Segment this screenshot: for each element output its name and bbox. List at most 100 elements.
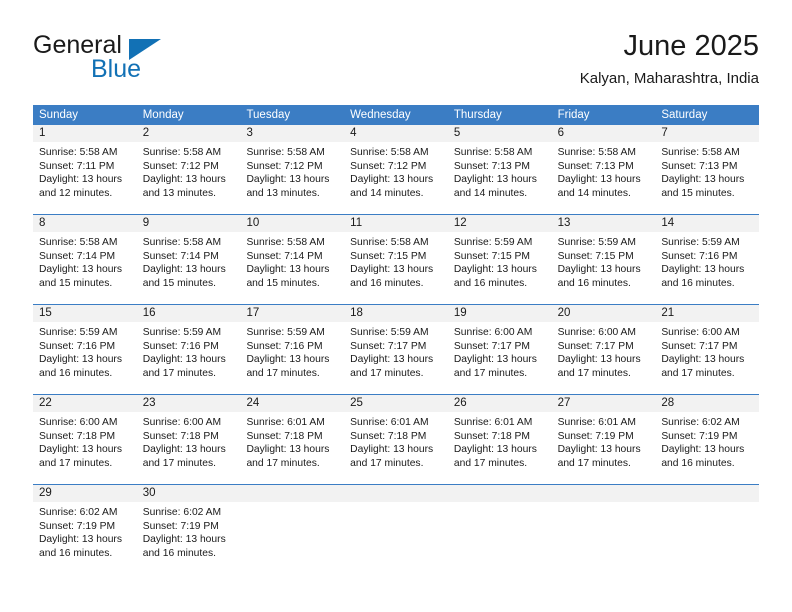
day-number: 2 <box>136 125 241 142</box>
daylight-text-line1: Daylight: 13 hours <box>246 444 330 456</box>
day-cell[interactable]: 11 Sunrise: 5:58 AM Sunset: 7:15 PM Dayl… <box>344 215 448 304</box>
sunset-text: Sunset: 7:18 PM <box>350 430 427 442</box>
sunrise-text: Sunrise: 5:59 AM <box>39 327 118 338</box>
day-details: Sunrise: 6:01 AM Sunset: 7:18 PM Dayligh… <box>448 412 552 470</box>
sunset-text: Sunset: 7:15 PM <box>557 250 634 262</box>
day-cell[interactable]: 23 Sunrise: 6:00 AM Sunset: 7:18 PM Dayl… <box>136 395 241 484</box>
daylight-text-line2: and 16 minutes. <box>453 277 528 289</box>
day-cell[interactable]: 28 Sunrise: 6:02 AM Sunset: 7:19 PM Dayl… <box>655 395 760 484</box>
day-cell[interactable]: 24 Sunrise: 6:01 AM Sunset: 7:18 PM Dayl… <box>240 395 345 484</box>
sunrise-text: Sunrise: 5:59 AM <box>350 327 429 338</box>
day-details <box>344 502 448 506</box>
day-number: 6 <box>551 125 656 142</box>
day-cell[interactable]: 15 Sunrise: 5:59 AM Sunset: 7:16 PM Dayl… <box>33 305 137 394</box>
day-cell[interactable]: 30 Sunrise: 6:02 AM Sunset: 7:19 PM Dayl… <box>136 485 241 574</box>
day-details: Sunrise: 5:58 AM Sunset: 7:13 PM Dayligh… <box>552 142 656 200</box>
weekday-header-saturday: Saturday <box>661 109 708 121</box>
sunrise-text: Sunrise: 5:58 AM <box>142 237 222 248</box>
day-cell[interactable]: 26 Sunrise: 6:01 AM Sunset: 7:18 PM Dayl… <box>447 395 552 484</box>
day-cell[interactable]: 22 Sunrise: 6:00 AM Sunset: 7:18 PM Dayl… <box>33 395 137 484</box>
sunrise-text: Sunrise: 6:01 AM <box>350 417 429 428</box>
daylight-text-line1: Daylight: 13 hours <box>661 174 745 186</box>
day-number <box>551 485 656 502</box>
day-number: 16 <box>136 305 241 322</box>
generalblue-logo[interactable]: General Blue <box>33 32 233 88</box>
day-details: Sunrise: 5:58 AM Sunset: 7:14 PM Dayligh… <box>137 232 241 290</box>
daylight-text-line1: Daylight: 13 hours <box>246 264 330 276</box>
daylight-text-line2: and 17 minutes. <box>142 457 216 469</box>
sunrise-text: Sunrise: 5:58 AM <box>39 237 118 248</box>
day-number <box>240 485 345 502</box>
day-number: 13 <box>551 215 656 232</box>
daylight-text-line2: and 16 minutes. <box>142 547 216 559</box>
day-details: Sunrise: 6:01 AM Sunset: 7:19 PM Dayligh… <box>552 412 656 470</box>
sunrise-text: Sunrise: 5:59 AM <box>453 237 533 248</box>
day-cell[interactable]: 18 Sunrise: 5:59 AM Sunset: 7:17 PM Dayl… <box>344 305 448 394</box>
day-cell[interactable]: 6 Sunrise: 5:58 AM Sunset: 7:13 PM Dayli… <box>551 125 656 214</box>
sunset-text: Sunset: 7:12 PM <box>350 160 427 172</box>
day-cell-empty <box>344 485 448 574</box>
title-block: June 2025 Kalyan, Maharashtra, India <box>580 28 759 90</box>
day-cell[interactable]: 5 Sunrise: 5:58 AM Sunset: 7:13 PM Dayli… <box>447 125 552 214</box>
sunset-text: Sunset: 7:18 PM <box>453 430 531 442</box>
daylight-text-line2: and 17 minutes. <box>557 367 631 379</box>
sunset-text: Sunset: 7:15 PM <box>350 250 427 262</box>
day-number: 5 <box>447 125 552 142</box>
day-cell[interactable]: 7 Sunrise: 5:58 AM Sunset: 7:13 PM Dayli… <box>655 125 760 214</box>
day-details: Sunrise: 5:58 AM Sunset: 7:15 PM Dayligh… <box>344 232 448 290</box>
day-cell-empty <box>240 485 345 574</box>
week-row: 1 Sunrise: 5:58 AM Sunset: 7:11 PM Dayli… <box>33 124 760 214</box>
day-cell[interactable]: 12 Sunrise: 5:59 AM Sunset: 7:15 PM Dayl… <box>447 215 552 304</box>
day-cell[interactable]: 17 Sunrise: 5:59 AM Sunset: 7:16 PM Dayl… <box>240 305 345 394</box>
day-cell[interactable]: 10 Sunrise: 5:58 AM Sunset: 7:14 PM Dayl… <box>240 215 345 304</box>
sunset-text: Sunset: 7:16 PM <box>246 340 323 352</box>
day-cell[interactable]: 19 Sunrise: 6:00 AM Sunset: 7:17 PM Dayl… <box>447 305 552 394</box>
daylight-text-line1: Daylight: 13 hours <box>661 354 745 366</box>
day-details: Sunrise: 5:59 AM Sunset: 7:15 PM Dayligh… <box>552 232 656 290</box>
day-cell[interactable]: 3 Sunrise: 5:58 AM Sunset: 7:12 PM Dayli… <box>240 125 345 214</box>
day-details <box>655 502 759 506</box>
day-details <box>240 502 344 506</box>
weekday-header-tuesday: Tuesday <box>246 109 291 121</box>
sunrise-text: Sunrise: 5:58 AM <box>246 237 325 248</box>
daylight-text-line1: Daylight: 13 hours <box>453 354 537 366</box>
daylight-text-line2: and 14 minutes. <box>557 187 631 199</box>
daylight-text-line2: and 16 minutes. <box>39 547 113 559</box>
day-cell[interactable]: 25 Sunrise: 6:01 AM Sunset: 7:18 PM Dayl… <box>344 395 448 484</box>
weekday-header-wednesday: Wednesday <box>350 109 411 121</box>
sunset-text: Sunset: 7:17 PM <box>661 340 738 352</box>
daylight-text-line2: and 17 minutes. <box>350 457 424 469</box>
day-cell[interactable]: 13 Sunrise: 5:59 AM Sunset: 7:15 PM Dayl… <box>551 215 656 304</box>
day-number: 22 <box>33 395 137 412</box>
day-details: Sunrise: 5:58 AM Sunset: 7:11 PM Dayligh… <box>33 142 137 200</box>
sunrise-text: Sunrise: 6:00 AM <box>661 327 740 338</box>
day-cell[interactable]: 21 Sunrise: 6:00 AM Sunset: 7:17 PM Dayl… <box>655 305 760 394</box>
daylight-text-line1: Daylight: 13 hours <box>142 444 226 456</box>
sunrise-text: Sunrise: 5:58 AM <box>39 147 118 158</box>
sunset-text: Sunset: 7:13 PM <box>453 160 531 172</box>
day-number: 29 <box>33 485 137 502</box>
daylight-text-line1: Daylight: 13 hours <box>661 444 745 456</box>
day-number: 20 <box>551 305 656 322</box>
day-cell[interactable]: 20 Sunrise: 6:00 AM Sunset: 7:17 PM Dayl… <box>551 305 656 394</box>
day-cell[interactable]: 27 Sunrise: 6:01 AM Sunset: 7:19 PM Dayl… <box>551 395 656 484</box>
sunrise-text: Sunrise: 6:00 AM <box>39 417 118 428</box>
day-cell[interactable]: 4 Sunrise: 5:58 AM Sunset: 7:12 PM Dayli… <box>344 125 448 214</box>
day-cell[interactable]: 14 Sunrise: 5:59 AM Sunset: 7:16 PM Dayl… <box>655 215 760 304</box>
day-details <box>448 502 552 506</box>
sunset-text: Sunset: 7:15 PM <box>453 250 531 262</box>
week-row: 29 Sunrise: 6:02 AM Sunset: 7:19 PM Dayl… <box>33 484 760 574</box>
day-cell[interactable]: 9 Sunrise: 5:58 AM Sunset: 7:14 PM Dayli… <box>136 215 241 304</box>
daylight-text-line2: and 17 minutes. <box>557 457 631 469</box>
day-cell[interactable]: 2 Sunrise: 5:58 AM Sunset: 7:12 PM Dayli… <box>136 125 241 214</box>
day-cell[interactable]: 16 Sunrise: 5:59 AM Sunset: 7:16 PM Dayl… <box>136 305 241 394</box>
daylight-text-line1: Daylight: 13 hours <box>453 264 537 276</box>
daylight-text-line1: Daylight: 13 hours <box>142 534 226 546</box>
day-number: 24 <box>240 395 345 412</box>
day-cell[interactable]: 1 Sunrise: 5:58 AM Sunset: 7:11 PM Dayli… <box>33 125 137 214</box>
day-cell[interactable]: 29 Sunrise: 6:02 AM Sunset: 7:19 PM Dayl… <box>33 485 137 574</box>
day-cell-empty <box>551 485 656 574</box>
daylight-text-line1: Daylight: 13 hours <box>350 354 434 366</box>
day-cell[interactable]: 8 Sunrise: 5:58 AM Sunset: 7:14 PM Dayli… <box>33 215 137 304</box>
daylight-text-line1: Daylight: 13 hours <box>39 174 122 186</box>
